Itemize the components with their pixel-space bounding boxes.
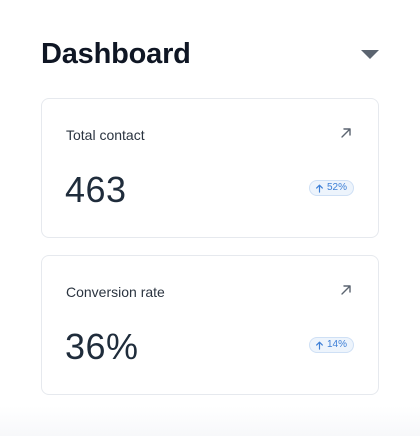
- change-badge: 14%: [308, 337, 354, 353]
- change-value: 14%: [326, 339, 347, 350]
- arrow-up-right-icon[interactable]: [340, 127, 352, 139]
- change-value: 52%: [326, 182, 347, 193]
- dashboard-header: Dashboard: [41, 36, 381, 72]
- page-title: Dashboard: [41, 38, 191, 70]
- arrow-up-icon: [316, 341, 323, 350]
- change-badge: 52%: [308, 180, 354, 196]
- card-value: 463: [65, 169, 127, 210]
- bottom-fade: [0, 406, 420, 436]
- arrow-up-right-icon[interactable]: [340, 284, 352, 296]
- caret-down-icon[interactable]: [360, 46, 380, 62]
- arrow-up-icon: [316, 184, 323, 193]
- conversion-rate-card: Conversion rate 36% 14%: [41, 255, 379, 395]
- card-title: Conversion rate: [66, 284, 165, 300]
- card-value: 36%: [65, 326, 139, 367]
- total-contact-card: Total contact 463 52%: [41, 98, 379, 238]
- card-title: Total contact: [66, 127, 145, 143]
